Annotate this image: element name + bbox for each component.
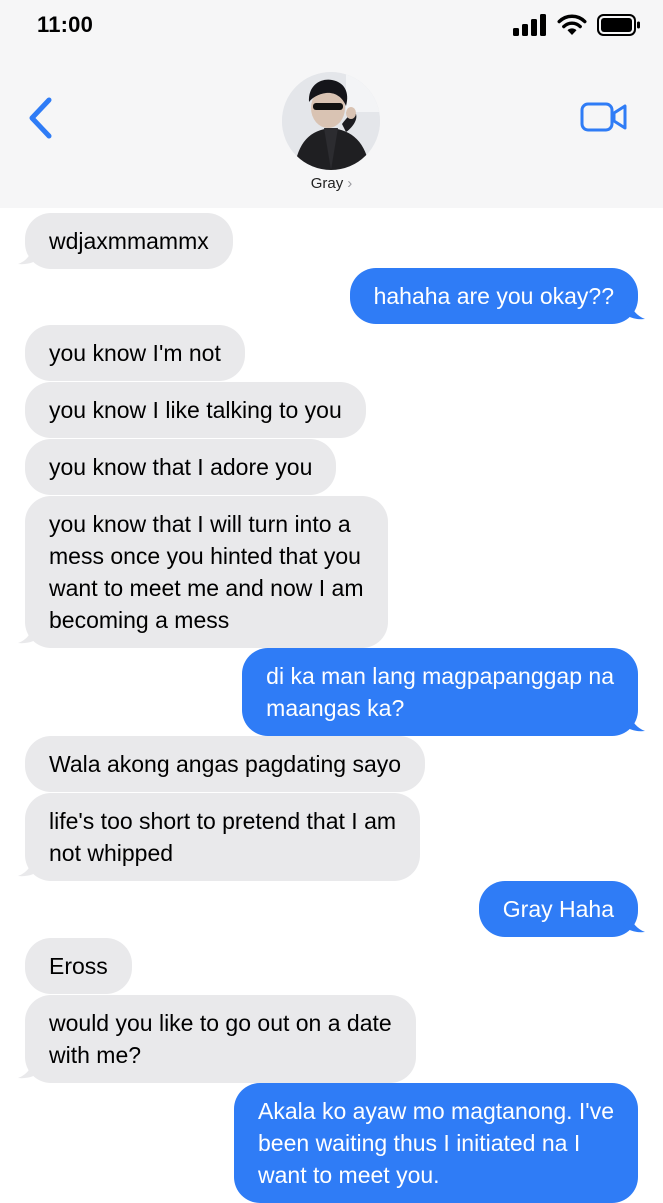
message-line: would you like to go out on a date: [49, 1010, 392, 1036]
message-bubble-outgoing[interactable]: Akala ko ayaw mo magtanong. I've been wa…: [234, 1083, 638, 1203]
message-line: wdjaxmmammx: [49, 228, 209, 254]
message-line: Eross: [49, 953, 108, 979]
message-bubble-incoming[interactable]: you know that I will turn into a mess on…: [25, 496, 388, 648]
bubble-tail: [623, 300, 645, 320]
message-line: not whipped: [49, 840, 174, 866]
contact-name-button[interactable]: Gray ›: [0, 175, 663, 192]
message-bubble-outgoing[interactable]: Gray Haha: [478, 881, 638, 937]
avatar-photo: [282, 72, 380, 170]
message-bubble-incoming[interactable]: Wala akong angas pagdating sayo: [25, 736, 426, 792]
chevron-right-icon: ›: [347, 175, 353, 192]
status-icons: [513, 14, 641, 36]
conversation-header: 11:00 Gray ›: [0, 0, 663, 208]
message-thread[interactable]: wdjaxmmammx hahaha are you okay?? you kn…: [0, 208, 663, 1203]
message-bubble-incoming[interactable]: you know that I adore you: [25, 439, 337, 495]
message-line: Akala ko ayaw mo magtanong. I've: [258, 1098, 614, 1124]
status-time: 11:00: [37, 12, 94, 37]
video-call-button[interactable]: [580, 101, 628, 133]
message-line: been waiting thus I initiated na I: [258, 1130, 581, 1156]
bubble-tail: [18, 857, 40, 877]
message-line: maangas ka?: [266, 695, 405, 721]
message-line: want to meet you.: [258, 1162, 440, 1188]
message-bubble-incoming[interactable]: wdjaxmmammx: [25, 213, 233, 269]
bubble-tail: [623, 913, 645, 933]
bubble-tail: [623, 712, 645, 732]
message-bubble-outgoing[interactable]: di ka man lang magpapanggap na maangas k…: [242, 648, 638, 736]
message-bubble-incoming[interactable]: you know I like talking to you: [25, 382, 366, 438]
bubble-tail: [18, 624, 40, 644]
message-line: hahaha are you okay??: [373, 283, 614, 309]
message-bubble-incoming[interactable]: would you like to go out on a date with …: [25, 995, 416, 1083]
message-line: want to meet me and now I am: [49, 575, 364, 601]
message-line: mess once you hinted that you: [49, 543, 361, 569]
message-line: you know that I adore you: [49, 454, 313, 480]
message-line: Wala akong angas pagdating sayo: [49, 751, 402, 777]
message-bubble-incoming[interactable]: life's too short to pretend that I am no…: [25, 793, 421, 881]
message-line: you know I like talking to you: [49, 397, 342, 423]
cellular-signal-icon: [513, 14, 546, 36]
bubble-tail: [18, 245, 40, 265]
message-bubble-outgoing[interactable]: hahaha are you okay??: [349, 268, 638, 324]
avatar[interactable]: [282, 72, 380, 170]
battery-icon: [597, 14, 640, 36]
bubble-tail: [18, 1059, 40, 1079]
message-line: becoming a mess: [49, 607, 230, 633]
message-line: di ka man lang magpapanggap na: [266, 663, 614, 689]
message-line: life's too short to pretend that I am: [49, 808, 397, 834]
message-bubble-incoming[interactable]: Eross: [25, 938, 132, 994]
wifi-icon: [557, 14, 587, 35]
message-line: you know that I will turn into a: [49, 511, 351, 537]
back-button[interactable]: [26, 96, 56, 140]
message-line: with me?: [49, 1042, 142, 1068]
contact-name: Gray: [310, 175, 344, 192]
message-line: Gray Haha: [502, 896, 614, 922]
message-line: you know I'm not: [49, 340, 221, 366]
message-bubble-incoming[interactable]: you know I'm not: [25, 325, 245, 381]
